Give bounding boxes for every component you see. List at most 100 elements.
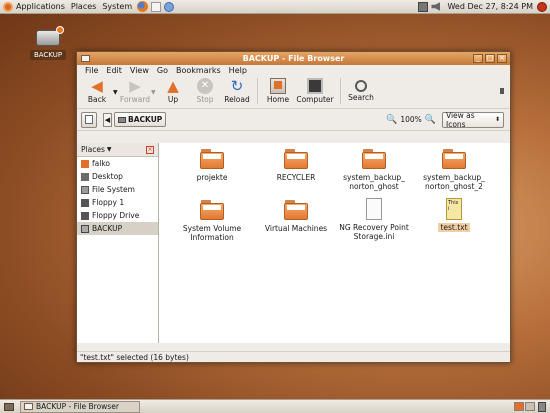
content-area: Places ▼ × falko Desktop File System Flo… bbox=[77, 143, 510, 343]
toolbar: ◀ Back ▼ ▶ Forward ▼ ▲ Up ✕ Stop ↻ Reloa… bbox=[77, 76, 510, 109]
menubar: File Edit View Go Bookmarks Help bbox=[77, 65, 510, 76]
edit-icon bbox=[85, 115, 93, 124]
taskbar-button-file-browser[interactable]: BACKUP - File Browser bbox=[20, 400, 140, 413]
clock[interactable]: Wed Dec 27, 8:24 PM bbox=[443, 2, 537, 11]
up-arrow-icon: ▲ bbox=[167, 77, 179, 95]
folder-icon bbox=[284, 200, 308, 220]
taskbar-label: BACKUP - File Browser bbox=[36, 402, 119, 411]
search-label: Search bbox=[348, 93, 374, 102]
drive-icon bbox=[81, 224, 89, 233]
volume-icon[interactable] bbox=[431, 2, 441, 11]
sidebar-item-label: Desktop bbox=[92, 172, 123, 181]
minimize-button[interactable]: _ bbox=[473, 54, 483, 63]
path-button-backup[interactable]: BACKUP bbox=[114, 112, 167, 127]
computer-button[interactable]: Computer bbox=[294, 76, 336, 104]
folder-icon bbox=[200, 200, 224, 220]
location-toggle-button[interactable] bbox=[81, 111, 97, 128]
power-icon[interactable] bbox=[537, 1, 547, 12]
folder-icon bbox=[284, 149, 308, 169]
toolbar-separator bbox=[257, 78, 258, 104]
network-icon[interactable] bbox=[418, 1, 429, 12]
drive-icon bbox=[36, 26, 64, 46]
desktop-icon bbox=[81, 172, 89, 181]
workspace-switcher[interactable] bbox=[514, 402, 535, 411]
sidebar-item-label: BACKUP bbox=[92, 224, 123, 233]
drive-icon bbox=[118, 116, 126, 123]
menu-file[interactable]: File bbox=[81, 66, 102, 75]
sidebar-item-label: Floppy Drive bbox=[92, 211, 140, 220]
sidebar-item-file-system[interactable]: File System bbox=[77, 183, 158, 196]
file-label: NG Recovery Point Storage.ini bbox=[339, 223, 409, 241]
reload-button[interactable]: ↻ Reload bbox=[221, 76, 253, 104]
desktop-drive-icon[interactable]: BACKUP bbox=[30, 26, 66, 60]
trash-icon[interactable] bbox=[538, 401, 546, 412]
bottom-panel: BACKUP - File Browser bbox=[0, 399, 550, 413]
email-icon[interactable] bbox=[151, 1, 162, 12]
file-label: test.txt bbox=[438, 223, 470, 232]
menu-view[interactable]: View bbox=[126, 66, 153, 75]
text-preview: This i bbox=[448, 200, 459, 212]
view-mode-select[interactable]: View as Icons ⬍ bbox=[442, 110, 504, 129]
menu-edit[interactable]: Edit bbox=[102, 66, 126, 75]
floppy-icon bbox=[81, 211, 89, 220]
file-label: Virtual Machines bbox=[264, 224, 328, 233]
zoom-in-icon[interactable]: 🔍 bbox=[425, 115, 436, 125]
search-button[interactable]: Search bbox=[345, 76, 377, 102]
help-icon[interactable] bbox=[164, 1, 175, 12]
home-button[interactable]: Home bbox=[262, 76, 294, 104]
up-label: Up bbox=[167, 95, 179, 104]
up-button[interactable]: ▲ Up bbox=[157, 76, 189, 104]
show-desktop-icon[interactable] bbox=[4, 402, 14, 411]
sidebar-item-falko[interactable]: falko bbox=[77, 157, 158, 170]
file-item-ng-recovery-point[interactable]: NG Recovery Point Storage.ini bbox=[335, 198, 413, 241]
menu-go[interactable]: Go bbox=[153, 66, 172, 75]
status-text: "test.txt" selected (16 bytes) bbox=[80, 352, 189, 362]
zoom-out-icon[interactable]: 🔍 bbox=[386, 115, 397, 125]
stop-button[interactable]: ✕ Stop bbox=[189, 76, 221, 104]
back-label: Back bbox=[87, 95, 107, 104]
system-menu[interactable]: System bbox=[99, 0, 135, 14]
file-item-system-volume-information[interactable]: System Volume Information bbox=[177, 200, 247, 242]
close-icon[interactable]: × bbox=[146, 145, 154, 154]
harddisk-icon bbox=[81, 185, 89, 194]
back-button[interactable]: ◀ Back bbox=[81, 76, 113, 104]
workspace-1[interactable] bbox=[514, 402, 524, 411]
workspace-2[interactable] bbox=[525, 402, 535, 411]
sidebar-item-backup[interactable]: BACKUP bbox=[77, 222, 158, 235]
file-item-projekte[interactable]: projekte bbox=[177, 149, 247, 182]
view-mode-label: View as Icons bbox=[446, 110, 475, 129]
maximize-button[interactable]: □ bbox=[485, 54, 495, 63]
status-bar: "test.txt" selected (16 bytes) bbox=[77, 351, 510, 362]
file-view[interactable]: projekte RECYCLER system_backup_ norton_… bbox=[159, 143, 510, 343]
floppy-icon bbox=[81, 198, 89, 207]
window-titlebar[interactable]: BACKUP - File Browser _ □ × bbox=[77, 52, 510, 65]
firefox-icon[interactable] bbox=[137, 1, 149, 12]
file-label: projekte bbox=[196, 173, 228, 182]
file-browser-window: BACKUP - File Browser _ □ × File Edit Vi… bbox=[76, 51, 511, 363]
sidebar-item-desktop[interactable]: Desktop bbox=[77, 170, 158, 183]
window-icon bbox=[24, 403, 33, 410]
places-sidebar: Places ▼ × falko Desktop File System Flo… bbox=[77, 143, 159, 343]
file-item-virtual-machines[interactable]: Virtual Machines bbox=[261, 200, 331, 233]
sidebar-item-floppy-drive[interactable]: Floppy Drive bbox=[77, 209, 158, 222]
file-label: RECYCLER bbox=[276, 173, 316, 182]
file-item-recycler[interactable]: RECYCLER bbox=[261, 149, 331, 182]
file-label: System Volume Information bbox=[182, 224, 242, 242]
file-item-system-backup-norton-ghost-2[interactable]: system_backup_ norton_ghost_2 bbox=[419, 149, 489, 191]
folder-icon bbox=[442, 149, 466, 169]
menu-help[interactable]: Help bbox=[225, 66, 251, 75]
path-scroll-left-button[interactable]: ◀ bbox=[103, 112, 112, 127]
stop-label: Stop bbox=[196, 95, 214, 104]
file-item-system-backup-norton-ghost[interactable]: system_backup_ norton_ghost bbox=[339, 149, 409, 191]
close-button[interactable]: × bbox=[497, 54, 507, 63]
sidebar-header[interactable]: Places ▼ × bbox=[77, 143, 158, 157]
forward-button[interactable]: ▶ Forward bbox=[119, 76, 151, 104]
desktop-drive-label: BACKUP bbox=[30, 50, 66, 60]
ubuntu-logo-icon[interactable] bbox=[3, 1, 13, 12]
zoom-level[interactable]: 100% bbox=[397, 115, 424, 124]
applications-menu[interactable]: Applications bbox=[13, 0, 68, 14]
file-item-test-txt[interactable]: This i test.txt bbox=[419, 198, 489, 232]
menu-bookmarks[interactable]: Bookmarks bbox=[172, 66, 225, 75]
sidebar-item-floppy-1[interactable]: Floppy 1 bbox=[77, 196, 158, 209]
places-menu[interactable]: Places bbox=[68, 0, 99, 14]
